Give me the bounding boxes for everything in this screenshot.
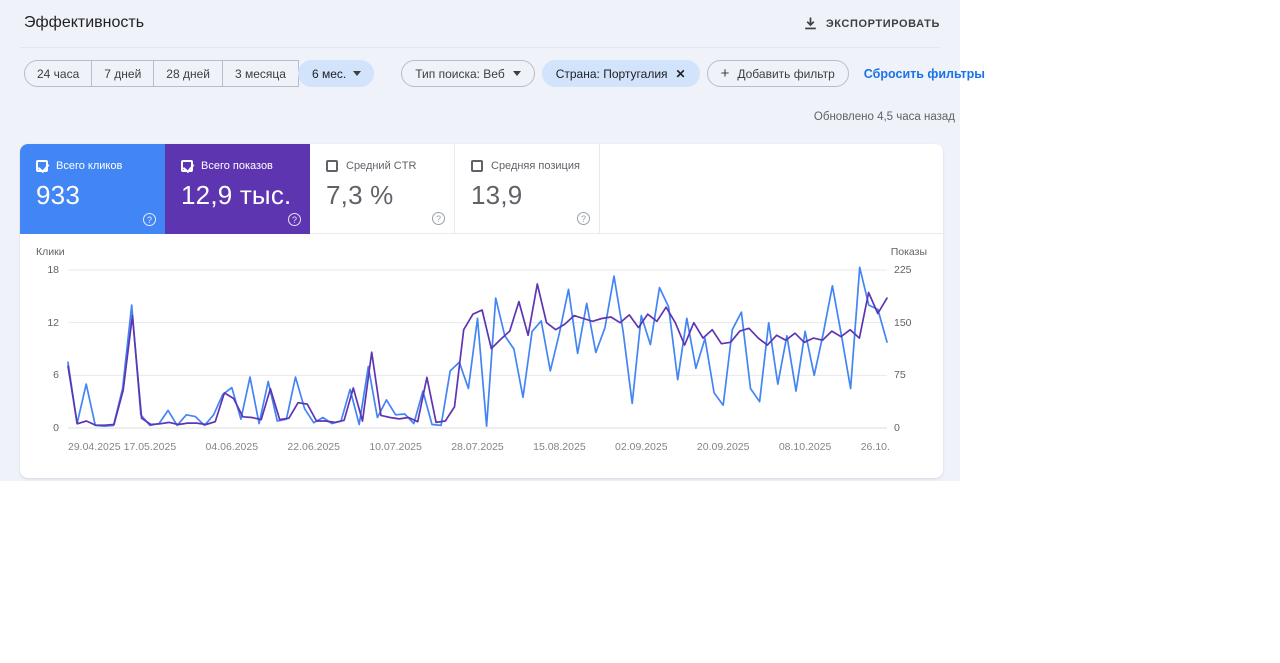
- metric-label: Всего показов: [201, 160, 273, 172]
- metric-average-ctr[interactable]: Средний CTR 7,3 % ?: [310, 144, 455, 234]
- svg-text:17.05.2025: 17.05.2025: [124, 441, 177, 453]
- date-range-28d[interactable]: 28 дней: [154, 60, 223, 87]
- svg-text:10.07.2025: 10.07.2025: [369, 441, 422, 453]
- search-console-performance-page: Эффективность ЭКСПОРТИРОВАТЬ 24 часа 7 д…: [0, 0, 985, 481]
- country-filter-label: Страна: Португалия: [555, 66, 668, 81]
- metric-total-clicks[interactable]: Всего кликов 933 ?: [20, 144, 165, 234]
- date-range-6m[interactable]: 6 мес.: [297, 60, 375, 87]
- date-range-3m[interactable]: 3 месяца: [222, 60, 299, 87]
- country-filter-chip[interactable]: Страна: Португалия ✕: [541, 60, 700, 87]
- metric-value: 7,3 %: [326, 180, 394, 210]
- performance-chart: Клики Показы 0 6 12 18 29.04.2025 17.05.2025…: [20, 234, 943, 458]
- header-divider: [20, 47, 940, 48]
- download-icon: [803, 16, 818, 31]
- date-range-7d[interactable]: 7 дней: [92, 60, 155, 87]
- svg-text:22.06.2025: 22.06.2025: [287, 441, 340, 453]
- metric-value: 12,9 тыс.: [181, 180, 292, 210]
- svg-text:02.09.2025: 02.09.2025: [615, 441, 668, 453]
- export-label: ЭКСПОРТИРОВАТЬ: [825, 17, 940, 30]
- metrics-row-filler: [600, 144, 943, 234]
- checkbox-icon[interactable]: [471, 160, 483, 172]
- metric-label: Всего кликов: [56, 160, 123, 172]
- help-icon[interactable]: ?: [288, 213, 301, 226]
- metric-total-impressions[interactable]: Всего показов 12,9 тыс. ?: [165, 144, 310, 234]
- reset-filters-link[interactable]: Сбросить фильтры: [864, 67, 985, 81]
- clicks-axis-ticks: 0 6 12 18: [47, 264, 59, 434]
- filter-toolbar: 24 часа 7 дней 28 дней 3 месяца 6 мес. Т…: [24, 60, 985, 87]
- right-axis-title: Показы: [890, 246, 927, 258]
- chevron-down-icon: [512, 71, 521, 76]
- metric-value: 13,9: [471, 180, 523, 210]
- metrics-row: Всего кликов 933 ? Всего показов 12,9 ты…: [20, 144, 943, 234]
- svg-text:29.04.2025: 29.04.2025: [68, 441, 121, 453]
- close-icon[interactable]: ✕: [676, 68, 686, 80]
- date-range-24h[interactable]: 24 часа: [24, 60, 93, 87]
- help-icon[interactable]: ?: [577, 212, 590, 225]
- help-icon[interactable]: ?: [432, 212, 445, 225]
- search-type-filter-chip[interactable]: Тип поиска: Веб: [401, 60, 535, 87]
- svg-text:15.08.2025: 15.08.2025: [533, 441, 586, 453]
- svg-text:26.10.2025: 26.10.2025: [861, 441, 889, 453]
- metric-value: 933: [36, 180, 80, 210]
- svg-text:08.10.2025: 08.10.2025: [779, 441, 832, 453]
- svg-text:04.06.2025: 04.06.2025: [206, 441, 259, 453]
- metric-average-position[interactable]: Средняя позиция 13,9 ?: [455, 144, 600, 234]
- metric-label: Средняя позиция: [491, 160, 580, 172]
- checkbox-icon[interactable]: [326, 160, 338, 172]
- chevron-down-icon: [353, 71, 362, 76]
- date-range-group: 24 часа 7 дней 28 дней 3 месяца 6 мес.: [24, 60, 375, 87]
- left-axis-title: Клики: [36, 246, 65, 258]
- add-filter-button[interactable]: + Добавить фильтр: [706, 60, 849, 87]
- performance-card: Всего кликов 933 ? Всего показов 12,9 ты…: [20, 144, 943, 478]
- export-button[interactable]: ЭКСПОРТИРОВАТЬ: [795, 10, 948, 37]
- metric-label: Средний CTR: [346, 160, 417, 172]
- impressions-axis-ticks: 0 75 150 225: [894, 264, 912, 434]
- search-type-label: Тип поиска: Веб: [415, 66, 505, 81]
- time-series-chart[interactable]: 29.04.2025 17.05.2025 04.06.2025 22.06.2025…: [66, 262, 889, 458]
- checkbox-icon[interactable]: [36, 160, 48, 172]
- svg-text:28.07.2025: 28.07.2025: [451, 441, 504, 453]
- plus-icon: +: [720, 64, 730, 82]
- svg-text:20.09.2025: 20.09.2025: [697, 441, 750, 453]
- help-icon[interactable]: ?: [143, 213, 156, 226]
- page-title: Эффективность: [24, 14, 145, 31]
- last-updated-text: Обновлено 4,5 часа назад: [813, 111, 955, 123]
- checkbox-icon[interactable]: [181, 160, 193, 172]
- add-filter-label: Добавить фильтр: [737, 66, 835, 81]
- date-range-6m-label: 6 мес.: [311, 66, 347, 81]
